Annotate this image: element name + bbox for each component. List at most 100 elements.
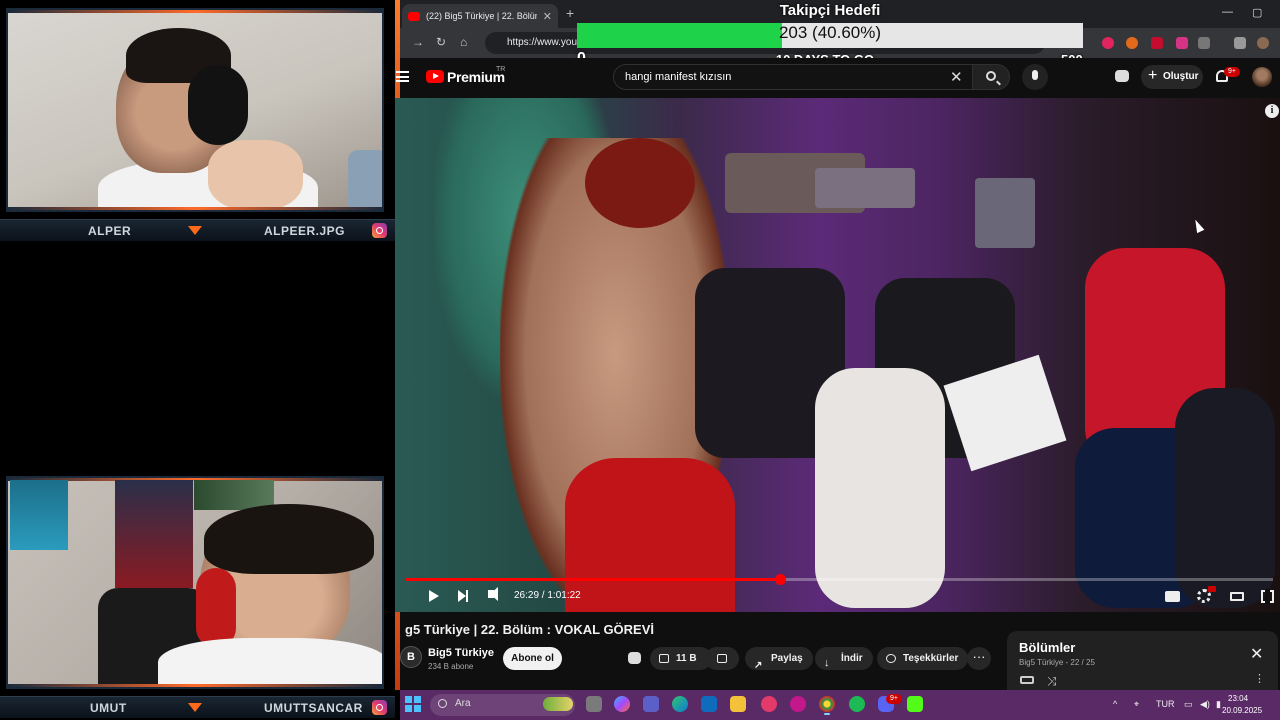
menu-icon[interactable]: [396, 71, 409, 82]
goal-value: 203 (40.60%): [778, 23, 882, 42]
profile-icon[interactable]: [1257, 37, 1269, 49]
spotify-icon[interactable]: [849, 696, 865, 712]
cam-bottom-namebar: UMUT UMUTTSANCAR: [0, 696, 395, 718]
instagram-handle: ALPEER.JPG: [264, 223, 346, 238]
chevron-up-icon[interactable]: ^: [1113, 699, 1117, 709]
youtube-favicon-icon: [408, 11, 420, 21]
play-icon[interactable]: [429, 590, 439, 602]
hd-badge: [1208, 586, 1216, 592]
video-progress-bar[interactable]: [405, 574, 1273, 585]
chapters-title: Bölümler: [1019, 640, 1076, 655]
thanks-label: Teşekkürler: [903, 653, 959, 664]
instagram-handle: UMUTTSANCAR: [264, 700, 363, 715]
task-view-icon[interactable]: [586, 696, 602, 712]
thanks-button[interactable]: Teşekkürler: [877, 647, 969, 670]
outlook-icon[interactable]: [701, 696, 717, 712]
language-indicator[interactable]: TUR: [1156, 699, 1175, 709]
singer-dress: [565, 458, 735, 612]
notification-count-badge: 9+: [1224, 67, 1240, 77]
avatar[interactable]: [1252, 67, 1272, 87]
poster-ronaldo: [115, 480, 193, 588]
more-vert-icon[interactable]: ⋮: [1254, 672, 1265, 685]
gamepad-icon[interactable]: [628, 652, 641, 664]
video-player[interactable]: [395, 98, 1280, 612]
volume-icon[interactable]: ◀): [1200, 699, 1210, 710]
clear-search-icon[interactable]: ✕: [950, 68, 963, 86]
background-clothes: [348, 150, 382, 210]
person-shirt: [158, 638, 382, 687]
poster: [10, 480, 68, 550]
forward-icon[interactable]: →: [412, 35, 424, 49]
triangle-icon: [188, 226, 202, 235]
streamer-name: UMUT: [90, 700, 127, 715]
volume-icon[interactable]: [488, 587, 498, 601]
instagram-icon: [372, 700, 387, 715]
dislike-button[interactable]: [705, 647, 739, 670]
info-icon[interactable]: i: [1265, 104, 1279, 118]
clock-date[interactable]: 20.09.2025: [1222, 706, 1262, 715]
puzzle-icon[interactable]: [1198, 37, 1210, 49]
webcam-umut: [6, 476, 384, 689]
maximize-icon[interactable]: ▢: [1252, 6, 1262, 19]
search-button[interactable]: [972, 64, 1010, 90]
extension-icon[interactable]: [1151, 37, 1163, 49]
like-button[interactable]: 11 B: [650, 647, 712, 670]
shuffle-icon[interactable]: ⤨: [1047, 674, 1057, 689]
webcam-alper: [6, 8, 384, 212]
url-text: https://www.yout: [507, 37, 580, 48]
fullscreen-icon[interactable]: [1261, 589, 1274, 604]
region-code: TR: [496, 66, 506, 73]
kick-icon[interactable]: [907, 696, 923, 712]
tv-stack: [975, 178, 1035, 248]
thumbs-down-icon: [717, 654, 727, 663]
file-explorer-icon[interactable]: [730, 696, 746, 712]
theater-mode-icon[interactable]: [1230, 592, 1244, 601]
tab-close-icon[interactable]: ✕: [543, 10, 552, 23]
video-title: g5 Türkiye | 22. Bölüm : VOKAL GÖREVİ: [405, 622, 655, 637]
browser-tab[interactable]: (22) Big5 Türkiye | 22. Bölüm : V ✕: [402, 4, 558, 28]
search-highlight-icon: [543, 697, 573, 711]
copilot-icon[interactable]: [614, 696, 630, 712]
next-icon[interactable]: [458, 590, 468, 602]
download-button[interactable]: ↓ İndir: [815, 647, 873, 670]
subtitles-icon[interactable]: [1165, 591, 1180, 602]
youtube-logo-icon[interactable]: [426, 70, 444, 83]
minimize-icon[interactable]: —: [1222, 6, 1233, 18]
scrubber-handle[interactable]: [774, 574, 786, 585]
subscribe-button[interactable]: Abone ol: [503, 647, 562, 670]
contestant: [1175, 388, 1275, 608]
voice-search-button[interactable]: [1022, 64, 1048, 90]
app-icon[interactable]: [761, 696, 777, 712]
gamepad-icon[interactable]: [1115, 70, 1129, 82]
share-button[interactable]: ↗ Paylaş: [745, 647, 813, 671]
close-icon[interactable]: ✕: [1250, 644, 1263, 664]
person-hair: [204, 504, 374, 574]
search-icon: [986, 71, 996, 81]
channel-avatar[interactable]: B: [400, 646, 422, 668]
create-button[interactable]: Oluştur: [1141, 64, 1203, 89]
pen-icon[interactable]: ⌖: [1134, 699, 1139, 710]
singer-hair: [585, 138, 695, 228]
edge-icon[interactable]: [672, 696, 688, 712]
extension-icon[interactable]: [1176, 37, 1188, 49]
tab-title: (22) Big5 Türkiye | 22. Bölüm : V: [426, 11, 537, 21]
more-actions-button[interactable]: ···: [967, 647, 991, 670]
opera-icon[interactable]: [790, 696, 806, 712]
extension-icon[interactable]: [1102, 37, 1114, 49]
search-input[interactable]: hangi manifest kızısın: [613, 64, 973, 90]
clock-time[interactable]: 23:04: [1228, 694, 1248, 703]
extension-icon[interactable]: [1126, 37, 1138, 49]
loop-icon[interactable]: [1020, 676, 1034, 684]
home-icon[interactable]: ⌂: [460, 35, 467, 49]
teams-icon[interactable]: [643, 696, 659, 712]
sidebar-icon[interactable]: [1234, 37, 1246, 49]
windows-start-icon[interactable]: [405, 696, 421, 712]
chrome-icon[interactable]: [819, 696, 835, 712]
thanks-icon: [886, 654, 896, 663]
channel-name[interactable]: Big5 Türkiye: [428, 647, 494, 659]
battery-icon[interactable]: ▮: [1216, 699, 1221, 710]
reload-icon[interactable]: ↻: [436, 35, 446, 49]
cam-top-namebar: ALPER ALPEER.JPG: [0, 219, 395, 241]
new-tab-icon[interactable]: +: [566, 5, 574, 21]
network-icon[interactable]: ▭: [1184, 699, 1193, 710]
